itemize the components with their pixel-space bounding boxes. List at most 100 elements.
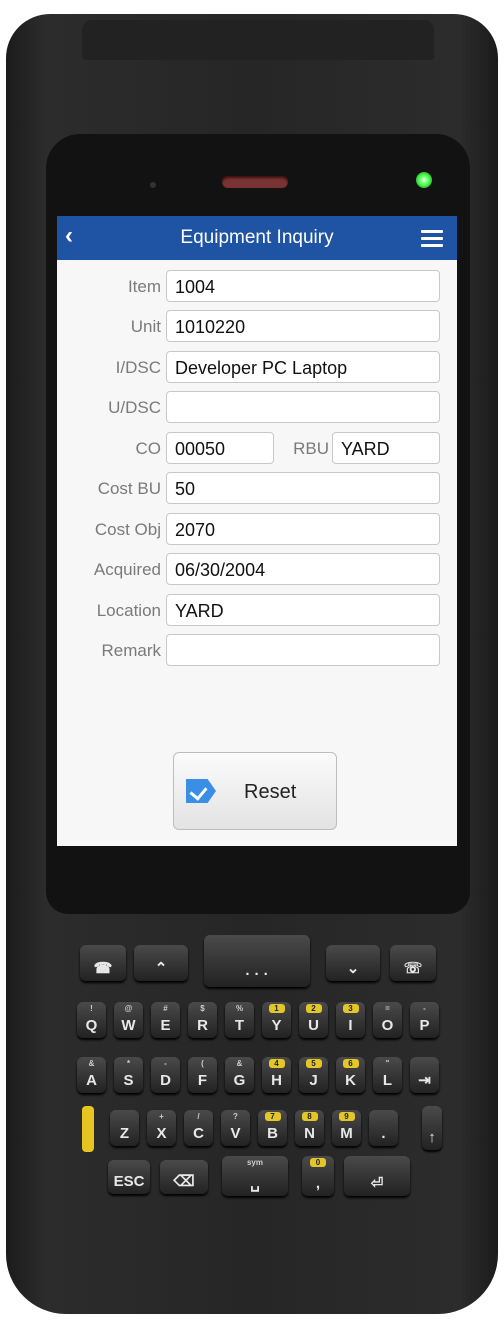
key-main-label: Q [85, 1017, 98, 1034]
key-sub-label: 7 [264, 1112, 281, 1121]
key-main-label: U [308, 1017, 319, 1034]
device-top-cap [82, 20, 434, 60]
key-row2-6[interactable]: 5J [299, 1057, 328, 1093]
space-key[interactable]: sym ␣ [222, 1156, 288, 1196]
location-field[interactable]: YARD [166, 594, 440, 626]
key-row3-6[interactable]: 9M [332, 1110, 361, 1146]
key-main-label: J [309, 1072, 318, 1089]
key-main-label: , [315, 1175, 321, 1192]
key-main-label: H [271, 1072, 282, 1089]
udsc-field[interactable] [166, 391, 440, 423]
key-sub-label: / [197, 1112, 200, 1121]
key-sub-label: + [159, 1112, 164, 1121]
key-o[interactable]: = O [373, 1002, 402, 1038]
key-row3-3[interactable]: ? V [221, 1110, 250, 1146]
key-sub-label: 0 [310, 1158, 326, 1167]
cost-bu-field[interactable]: 50 [166, 472, 440, 504]
item-label-wrap: Item [57, 270, 161, 304]
co-field[interactable]: 00050 [166, 432, 274, 464]
scan-trigger-button[interactable]: · · · [204, 935, 310, 987]
key-up-arrow-icon[interactable]: ↑ [422, 1106, 442, 1150]
key-q[interactable]: ! Q [77, 1002, 106, 1038]
item-field[interactable]: 1004 [166, 270, 440, 302]
esc-key[interactable]: ESC [108, 1160, 150, 1194]
reset-button-label: Reset [244, 781, 297, 803]
key-main-label: D [160, 1072, 171, 1089]
key-main-label: N [304, 1125, 315, 1142]
key-u[interactable]: 2U [299, 1002, 328, 1038]
key-y[interactable]: 1Y [262, 1002, 291, 1038]
remark-label: Remark [101, 641, 161, 660]
idsc-label: I/DSC [115, 358, 161, 377]
key-main-label: B [267, 1125, 278, 1142]
scroll-up-icon[interactable]: ⌃ [134, 945, 188, 981]
key-main-label: I [348, 1017, 353, 1034]
key-main-label: E [160, 1017, 171, 1034]
key-sub-label: 8 [301, 1112, 318, 1121]
key-row3-5[interactable]: 8N [295, 1110, 324, 1146]
key-row3-2[interactable]: / C [184, 1110, 213, 1146]
key-sub-label: & [88, 1059, 95, 1068]
unit-field[interactable]: 1010220 [166, 310, 440, 342]
idsc-field[interactable]: Developer PC Laptop [166, 351, 440, 383]
key-t[interactable]: % T [225, 1002, 254, 1038]
key-sub-label: 9 [338, 1112, 355, 1121]
key-row2-7[interactable]: 6K [336, 1057, 365, 1093]
idsc-label-wrap: I/DSC [57, 351, 161, 385]
scroll-down-icon[interactable]: ⌄ [326, 945, 380, 981]
key-main-label: ␣ [250, 1175, 260, 1192]
speaker-grille [222, 176, 288, 188]
key-row2-4[interactable]: & G [225, 1057, 254, 1093]
key-row3-0[interactable]: Z [110, 1110, 139, 1146]
key-sub-label: ( [201, 1059, 204, 1068]
cost-bu-label-wrap: Cost BU [57, 472, 161, 506]
key-r[interactable]: $ R [188, 1002, 217, 1038]
key-main-label: X [156, 1125, 167, 1142]
key-row2-3[interactable]: (F [188, 1057, 217, 1093]
key-row2-9[interactable]: ⇥ [410, 1057, 439, 1093]
key-e[interactable]: # E [151, 1002, 180, 1038]
app-header: ‹ Equipment Inquiry [57, 216, 457, 260]
reset-button[interactable]: Reset [173, 752, 337, 830]
key-zero[interactable]: 0, [302, 1156, 334, 1196]
key-main-label: . [381, 1125, 386, 1142]
key-main-label: Z [119, 1125, 130, 1142]
key-sub-label: ? [233, 1112, 238, 1121]
page-title: Equipment Inquiry [180, 227, 334, 248]
backspace-icon[interactable]: ⌫ [160, 1160, 208, 1194]
key-row2-8[interactable]: " L [373, 1057, 402, 1093]
acquired-label: Acquired [93, 560, 161, 579]
key-row2-0[interactable]: & A [77, 1057, 106, 1093]
acquired-field[interactable]: 06/30/2004 [166, 553, 440, 585]
key-w[interactable]: @ W [114, 1002, 143, 1038]
remark-field[interactable] [166, 634, 440, 666]
key-row2-5[interactable]: 4H [262, 1057, 291, 1093]
key-sub-label: " [385, 1059, 390, 1068]
end-call-icon[interactable]: ☏ [390, 945, 436, 981]
rbu-field[interactable]: YARD [332, 432, 440, 464]
key-main-label: P [419, 1017, 430, 1034]
key-main-label: ⇥ [418, 1072, 431, 1089]
location-label-wrap: Location [57, 594, 161, 628]
key-row3-7[interactable]: . [369, 1110, 398, 1146]
key-row2-2[interactable]: -D [151, 1057, 180, 1093]
key-row3-1[interactable]: + X [147, 1110, 176, 1146]
key-row2-1[interactable]: * S [114, 1057, 143, 1093]
shift-key[interactable] [82, 1106, 94, 1152]
key-p[interactable]: -P [410, 1002, 439, 1038]
enter-icon[interactable]: ⏎ [344, 1156, 410, 1196]
key-main-label: ⌫ [173, 1173, 195, 1190]
key-sub-label: 4 [268, 1059, 285, 1068]
unit-label-wrap: Unit [57, 310, 161, 344]
key-main-label: T [234, 1017, 245, 1034]
key-i[interactable]: 3I [336, 1002, 365, 1038]
acquired-label-wrap: Acquired [57, 553, 161, 587]
cost-obj-field[interactable]: 2070 [166, 513, 440, 545]
key-row3-4[interactable]: 7B [258, 1110, 287, 1146]
location-label: Location [96, 601, 161, 620]
hamburger-menu-icon[interactable] [421, 230, 443, 251]
key-main-label: ⏎ [370, 1175, 384, 1192]
key-main-label: Y [271, 1017, 282, 1034]
call-icon[interactable]: ☎ [80, 945, 126, 981]
key-main-label: S [123, 1072, 134, 1089]
